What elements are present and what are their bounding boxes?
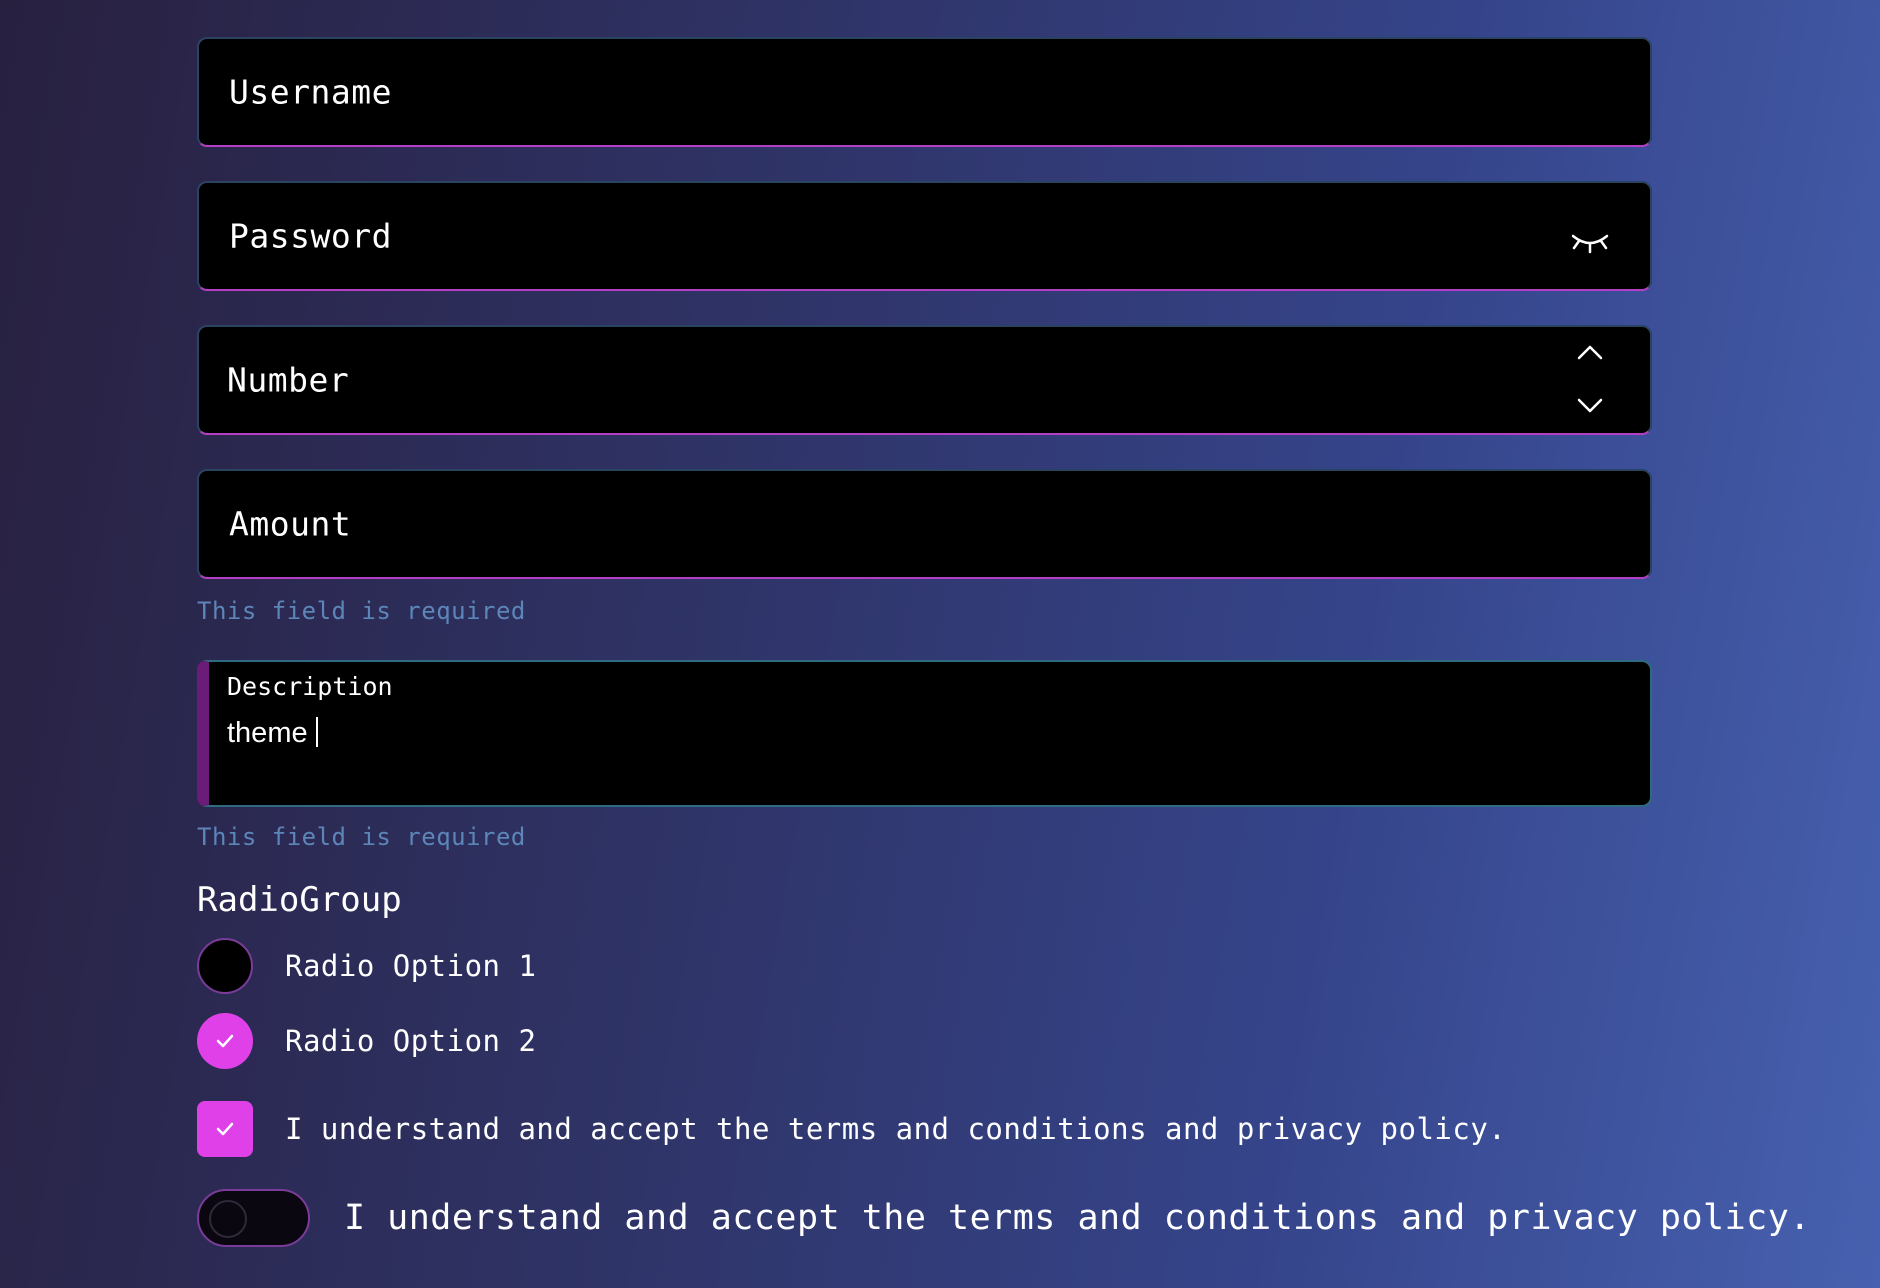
description-textarea[interactable]: Description theme xyxy=(197,660,1652,807)
chevron-up-icon[interactable] xyxy=(1576,343,1604,361)
amount-label: Amount xyxy=(229,504,352,544)
terms-toggle-row[interactable]: I understand and accept the terms and co… xyxy=(197,1189,1811,1247)
radio-group-title: RadioGroup xyxy=(197,880,402,920)
radio-option-2[interactable]: Radio Option 2 xyxy=(197,1013,536,1069)
radio-option-1-label: Radio Option 1 xyxy=(285,949,537,983)
chevron-down-icon[interactable] xyxy=(1576,397,1604,415)
terms-toggle-label: I understand and accept the terms and co… xyxy=(344,1198,1811,1238)
radio-button-unselected[interactable] xyxy=(197,938,253,994)
checkmark-icon xyxy=(216,1122,234,1136)
description-label: Description xyxy=(227,672,393,701)
radio-button-selected[interactable] xyxy=(197,1013,253,1069)
radio-option-1[interactable]: Radio Option 1 xyxy=(197,938,536,994)
description-value: theme xyxy=(227,717,318,750)
terms-checkbox-label: I understand and accept the terms and co… xyxy=(285,1112,1507,1146)
terms-toggle-switch[interactable] xyxy=(197,1189,310,1247)
amount-field[interactable]: Amount xyxy=(197,469,1652,579)
amount-error-text: This field is required xyxy=(197,597,526,625)
number-label: Number xyxy=(227,360,350,400)
password-label: Password xyxy=(229,216,392,256)
radio-option-2-label: Radio Option 2 xyxy=(285,1024,537,1058)
terms-checkbox[interactable] xyxy=(197,1101,253,1157)
text-caret xyxy=(315,717,318,747)
number-field[interactable]: Number xyxy=(197,325,1652,435)
username-label: Username xyxy=(229,72,392,112)
username-field[interactable]: Username xyxy=(197,37,1652,147)
eye-closed-icon[interactable] xyxy=(1570,228,1610,258)
toggle-knob xyxy=(209,1200,247,1238)
description-error-text: This field is required xyxy=(197,823,526,851)
number-stepper[interactable] xyxy=(1570,327,1610,433)
terms-checkbox-row[interactable]: I understand and accept the terms and co… xyxy=(197,1101,1506,1157)
password-field[interactable]: Password xyxy=(197,181,1652,291)
checkmark-icon xyxy=(216,1034,234,1048)
